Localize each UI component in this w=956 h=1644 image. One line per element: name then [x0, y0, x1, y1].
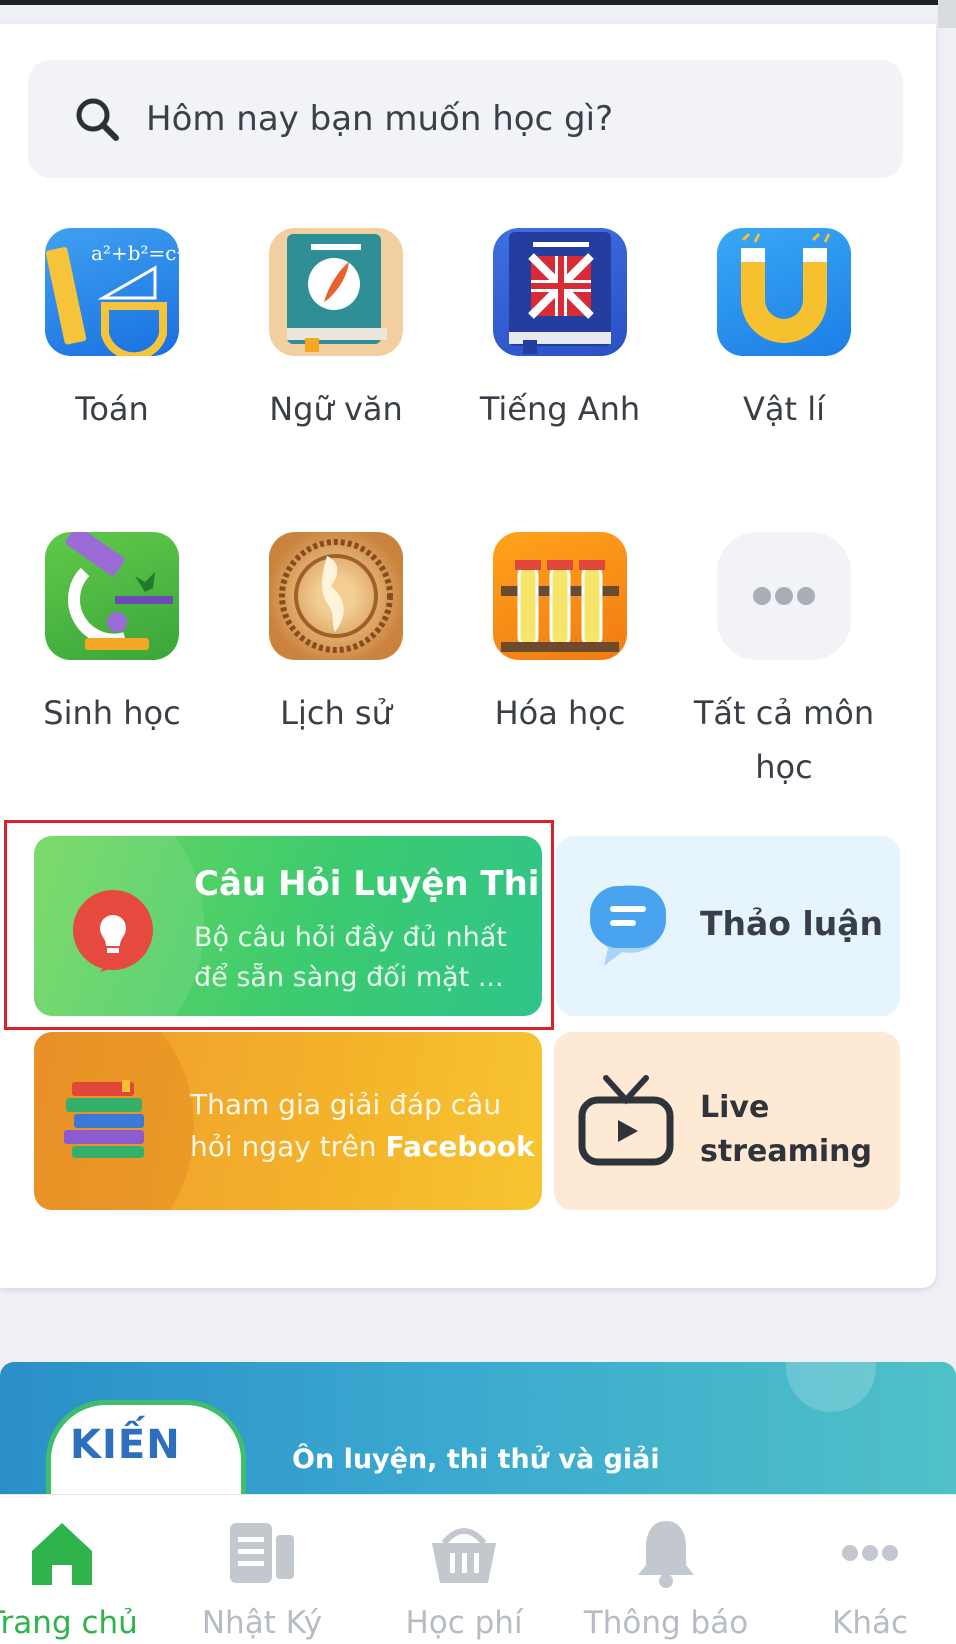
banner-logo: KIẾN: [70, 1422, 181, 1468]
chemistry-tubes-icon: [493, 532, 627, 660]
facebook-text-line2: hỏi ngay trên Facebook: [190, 1126, 535, 1168]
tv-play-icon: [578, 1075, 674, 1166]
promo-banner[interactable]: KIẾN Ôn luyện, thi thử và giải: [0, 1362, 956, 1502]
nav-label: Học phí: [405, 1605, 523, 1641]
subject-all[interactable]: Tất cả môn học: [684, 532, 884, 794]
live-text-line2: streaming: [700, 1134, 872, 1169]
search-bar[interactable]: Hôm nay bạn muốn học gì?: [28, 60, 903, 178]
live-streaming-card[interactable]: Live streaming: [554, 1032, 900, 1210]
search-placeholder: Hôm nay bạn muốn học gì?: [146, 99, 614, 139]
basket-icon: [432, 1528, 496, 1583]
books-stack-icon: [64, 1080, 144, 1158]
svg-text:a²+b²=c²: a²+b²=c²: [91, 241, 179, 265]
bell-icon: [638, 1521, 694, 1588]
subject-history[interactable]: Lịch sử: [236, 532, 436, 740]
facebook-text-prefix: hỏi ngay trên: [190, 1130, 386, 1163]
biology-microscope-icon: [45, 532, 179, 660]
status-bar-edge: [0, 0, 956, 5]
subject-label: Tất cả môn học: [693, 694, 875, 786]
journal-icon: [230, 1523, 294, 1583]
subject-english[interactable]: Tiếng Anh: [460, 228, 660, 436]
more-dots-icon: [842, 1545, 898, 1561]
subject-label: Sinh học: [43, 694, 181, 732]
nav-notifications[interactable]: Thông báo: [566, 1495, 766, 1644]
nav-journal[interactable]: Nhật Ký: [162, 1495, 362, 1644]
home-icon: [32, 1523, 92, 1585]
subject-literature[interactable]: Ngữ văn: [236, 228, 436, 436]
subject-label: Hóa học: [494, 694, 626, 732]
facebook-text-line1: Tham gia giải đáp câu: [190, 1088, 502, 1121]
physics-magnet-icon: [717, 228, 851, 356]
subject-physics[interactable]: Vật lí: [684, 228, 884, 436]
subject-chemistry[interactable]: Hóa học: [460, 532, 660, 740]
scroll-indicator: [938, 0, 956, 28]
math-ruler-icon: a²+b²=c²: [45, 228, 179, 356]
literature-book-icon: [269, 228, 403, 356]
discussion-card-title: Thảo luận: [700, 904, 883, 943]
subject-label: Ngữ văn: [269, 390, 403, 428]
nav-label: Thông báo: [583, 1605, 749, 1641]
subject-label: Lịch sử: [280, 694, 392, 732]
more-dots-icon: [717, 532, 851, 660]
search-icon: [76, 98, 119, 141]
nav-tuition[interactable]: Học phí: [364, 1495, 564, 1644]
banner-caption: Ôn luyện, thi thử và giải: [292, 1444, 660, 1475]
decorative-circle: [786, 1362, 876, 1412]
nav-label: Trang chủ: [0, 1605, 138, 1641]
facebook-card-text: Tham gia giải đáp câu hỏi ngay trên Face…: [190, 1084, 535, 1168]
live-text-line1: Live: [700, 1090, 770, 1125]
nav-more[interactable]: Khác: [770, 1495, 956, 1644]
subject-label: Toán: [75, 390, 149, 428]
history-map-icon: [269, 532, 403, 660]
subject-label: Vật lí: [743, 390, 825, 428]
bottom-nav: Trang chủ Nhật Ký Học phí Thông báo Khác: [0, 1494, 956, 1644]
discussion-card[interactable]: Thảo luận: [556, 836, 900, 1016]
facebook-link[interactable]: Facebook: [385, 1130, 534, 1163]
english-book-icon: [493, 228, 627, 356]
highlight-box: [4, 820, 554, 1030]
nav-label: Khác: [831, 1605, 909, 1641]
facebook-card[interactable]: Tham gia giải đáp câu hỏi ngay trên Face…: [34, 1032, 542, 1210]
subject-label: Tiếng Anh: [479, 390, 641, 428]
chat-bubble-icon: [590, 884, 666, 966]
live-card-text: Live streaming: [700, 1086, 872, 1174]
nav-label: Nhật Ký: [201, 1605, 323, 1641]
nav-home[interactable]: Trang chủ: [0, 1495, 162, 1644]
subject-math[interactable]: a²+b²=c² Toán: [12, 228, 212, 436]
subject-biology[interactable]: Sinh học: [12, 532, 212, 740]
